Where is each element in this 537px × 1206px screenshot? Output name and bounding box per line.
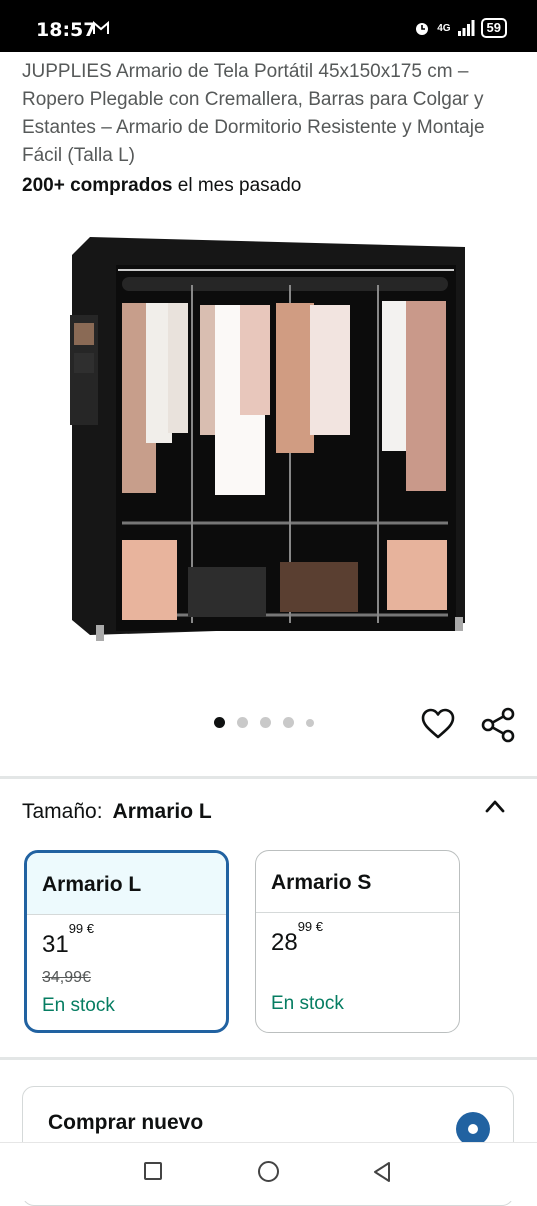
price-fraction: 99 xyxy=(297,919,313,934)
carousel-dot[interactable] xyxy=(214,717,225,728)
heart-icon[interactable] xyxy=(420,706,456,742)
signal-icon xyxy=(457,20,475,36)
size-option-price: 3199 € xyxy=(42,921,94,959)
share-icon[interactable] xyxy=(479,706,517,744)
purchase-count-rest: el mes pasado xyxy=(172,175,302,196)
recent-apps-button[interactable] xyxy=(144,1162,162,1180)
network-type: 4G xyxy=(437,22,451,34)
chevron-up-icon[interactable] xyxy=(484,797,506,815)
carousel-dot[interactable] xyxy=(306,718,314,727)
purchase-count: 200+ comprados el mes pasado xyxy=(22,175,301,197)
size-option-name: Armario L xyxy=(27,853,226,915)
size-option-stock: En stock xyxy=(42,995,115,1016)
size-label: Tamaño: xyxy=(22,800,103,823)
size-selector-header[interactable]: Tamaño: Armario L xyxy=(22,800,212,824)
size-selected-value: Armario L xyxy=(112,800,212,823)
buy-new-radio[interactable] xyxy=(456,1112,490,1146)
size-option-stock: En stock xyxy=(271,993,344,1014)
section-divider xyxy=(0,1057,537,1060)
section-divider xyxy=(0,776,537,779)
size-option-old-price: 34,99€ xyxy=(42,969,91,986)
size-option-card-s[interactable]: Armario S 2899 € En stock xyxy=(255,850,460,1033)
product-title[interactable]: JUPPLIES Armario de Tela Portátil 45x150… xyxy=(22,58,522,170)
battery-level: 59 xyxy=(480,18,507,38)
alarm-icon xyxy=(416,23,429,35)
system-navigation-bar xyxy=(0,1142,537,1201)
buy-new-label: Comprar nuevo xyxy=(48,1111,204,1134)
purchase-count-bold: 200+ comprados xyxy=(22,175,173,196)
carousel-dot[interactable] xyxy=(260,717,271,728)
carousel-dot[interactable] xyxy=(237,717,248,728)
back-button[interactable] xyxy=(370,1160,394,1184)
carousel-dot[interactable] xyxy=(283,717,294,728)
product-image[interactable] xyxy=(60,225,480,665)
price-currency: € xyxy=(86,921,95,936)
image-carousel-dots xyxy=(214,717,314,728)
price-whole: 28 xyxy=(271,929,298,956)
status-icons: 4G 59 xyxy=(413,18,507,38)
status-time: 18:57 xyxy=(36,19,97,41)
price-currency: € xyxy=(315,919,324,934)
home-button[interactable] xyxy=(258,1161,279,1182)
size-option-card-l[interactable]: Armario L 3199 € 34,99€ En stock xyxy=(24,850,229,1033)
gmail-icon xyxy=(93,20,109,34)
price-fraction: 99 xyxy=(68,921,84,936)
price-whole: 31 xyxy=(42,931,69,958)
size-option-price: 2899 € xyxy=(271,919,323,957)
size-option-name: Armario S xyxy=(256,851,459,913)
status-bar: 18:57 4G 59 xyxy=(0,0,537,52)
